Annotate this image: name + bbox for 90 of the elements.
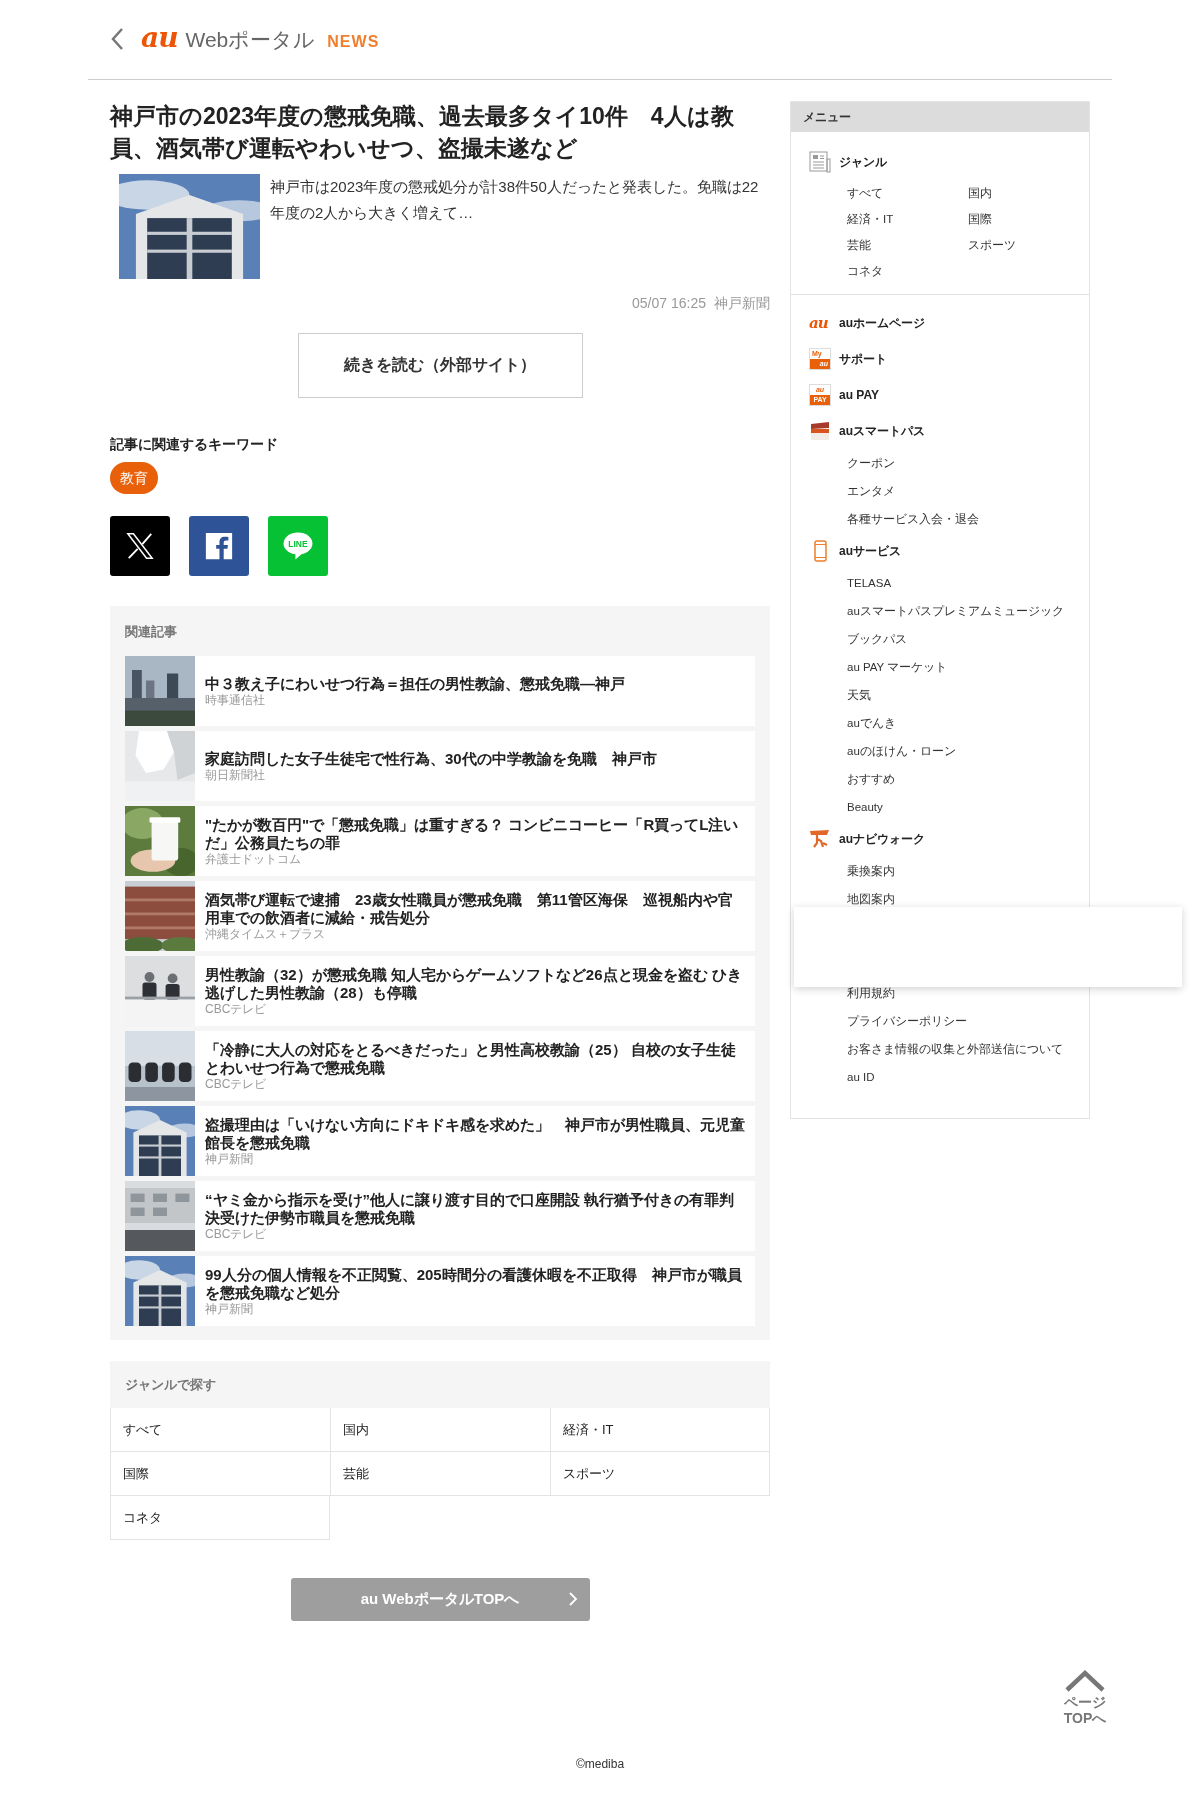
menu-link[interactable]: auスマートパス <box>839 422 925 440</box>
article-title: 酒気帯び運転で逮捕 23歳女性職員が懲戒免職 第11管区海保 巡視船内や官用車での飲酒者に減給・戒告処分 <box>205 890 734 927</box>
source-name: 神戸新聞 <box>714 294 770 313</box>
menu-link[interactable]: auナビウォーク <box>839 830 925 848</box>
back-icon <box>110 26 125 51</box>
chevron-up-icon <box>1064 1668 1106 1692</box>
menu-link[interactable]: 芸能 <box>847 232 968 258</box>
article-title: 中３教え子にわいせつ行為＝担任の男性教諭、懲戒免職―神戸 <box>205 674 625 693</box>
menu-link[interactable]: コネタ <box>847 258 968 284</box>
menu-link[interactable]: auホームページ <box>839 314 925 332</box>
copyright-text: ©mediba <box>575 1757 625 1771</box>
source-name: 時事通信社 <box>205 692 266 708</box>
publish-date: 05/07 16:25 <box>632 294 706 313</box>
menu-link[interactable]: auサービス <box>839 542 901 560</box>
source-name: 神戸新聞 <box>205 1301 254 1317</box>
source-name: 朝日新聞社 <box>205 767 266 783</box>
menu-link[interactable]: プライバシーポリシー <box>847 1007 1089 1035</box>
menu-link[interactable]: 経済・IT <box>847 206 968 232</box>
menu-link[interactable]: au PAY マーケット <box>847 653 1089 681</box>
related-article[interactable]: 「冷静に大人の対応をとるべきだった」と男性高校教諭（25） 自校の女子生徒とわいせつ行為で懲戒免職 CBCテレビ <box>125 1031 755 1101</box>
menu-link[interactable]: Beauty <box>847 793 1089 821</box>
article-summary: 神戸市は2023年度の懲戒処分が計38件50人だったと発表した。免職は22年度の2人から大きく増えて… <box>270 177 760 223</box>
menu-link[interactable]: ブックパス <box>847 625 1089 653</box>
menu-link[interactable]: エンタメ <box>847 477 1089 505</box>
menu-link[interactable]: 各種サービス入会・退会 <box>847 505 1089 533</box>
related-article[interactable]: 盗撮理由は「いけない方向にドキドキ感を求めた」 神戸市が男性職員、元児童館長を懲戒免職 神戸新聞 <box>125 1106 755 1176</box>
back-button[interactable] <box>110 26 125 51</box>
related-article[interactable]: 99人分の個人情報を不正閲覧、205時間分の看護休暇を不正取得 神戸市が職員を懲戒免職など処分 神戸新聞 <box>125 1256 755 1326</box>
article-title: "たかが数百円"で「懲戒免職」は重すぎる？ コンビニコーヒー「R買ってL注いだ」公務員たちの罪 <box>205 815 740 852</box>
card-icon <box>809 420 831 442</box>
menu-link[interactable]: au ID <box>847 1063 1089 1091</box>
read-more-button[interactable]: 続きを読む（外部サイト） <box>297 333 583 398</box>
source-name: 弁護士ドットコム <box>205 851 302 867</box>
newspaper-icon <box>809 151 831 173</box>
page-top-button[interactable]: ページ TOPへ <box>1056 1668 1114 1726</box>
source-name: CBCテレビ <box>205 1001 268 1017</box>
facebook-share-button[interactable] <box>189 516 249 576</box>
related-article[interactable]: "たかが数百円"で「懲戒免職」は重すぎる？ コンビニコーヒー「R買ってL注いだ」公務員たちの罪 弁護士ドットコム <box>125 806 755 876</box>
menu-link[interactable]: すべて <box>847 180 968 206</box>
article-title: 盗撮理由は「いけない方向にドキドキ感を求めた」 神戸市が男性職員、元児童館長を懲戒免職 <box>205 1115 745 1152</box>
menu-link[interactable]: auスマートパスプレミアムミュージック <box>847 597 1089 625</box>
related-article[interactable]: 酒気帯び運転で逮捕 23歳女性職員が懲戒免職 第11管区海保 巡視船内や官用車での飲酒者に減給・戒告処分 沖縄タイムス＋プラス <box>125 881 755 951</box>
genre-link[interactable]: スポーツ <box>550 1452 770 1496</box>
menu-link[interactable]: 天気 <box>847 681 1089 709</box>
genre-link[interactable]: すべて <box>110 1408 330 1452</box>
related-article[interactable]: 男性教諭（32）が懲戒免職 知人宅からゲームソフトなど26点と現金を盗む ひき逃げした男性教諭（28）も停職 CBCテレビ <box>125 956 755 1026</box>
section-heading: ジャンルで探す <box>110 1361 770 1408</box>
section-label: NEWS <box>327 32 380 51</box>
facebook-logo-icon <box>204 531 234 561</box>
chevron-right-icon <box>567 1591 578 1607</box>
menu-link[interactable]: 乗換案内 <box>847 857 1089 885</box>
article-title: “ヤミ金から指示を受け”他人に譲り渡す目的で口座開設 執行猶予付きの有罪判決受けた伊勢市職員を懲戒免職 <box>205 1190 736 1227</box>
section-heading: 記事に関連するキーワード <box>110 435 279 454</box>
article-title: 99人分の個人情報を不正閲覧、205時間分の看護休暇を不正取得 神戸市が職員を懲戒免職など処分 <box>205 1265 743 1302</box>
menu-link[interactable]: スポーツ <box>968 232 1089 258</box>
x-share-button[interactable] <box>110 516 170 576</box>
walking-flag-icon <box>809 828 831 850</box>
x-logo-icon <box>125 531 155 561</box>
article-title: 家庭訪問した女子生徒宅で性行為、30代の中学教諭を免職 神戸市 <box>205 749 657 768</box>
menu-link[interactable]: auでんき <box>847 709 1089 737</box>
article-title: 神戸市の2023年度の懲戒免職、過去最多タイ10件 4人は教員、酒気帯び運転やわいせつ、盗撮未遂など <box>110 102 735 163</box>
section-heading: 関連記事 <box>125 623 178 641</box>
menu-link[interactable]: お客さま情報の収集と外部送信について <box>847 1035 1089 1063</box>
source-name: 沖縄タイムス＋プラス <box>205 926 326 942</box>
menu-link[interactable]: サポート <box>839 350 887 368</box>
genre-link[interactable]: 国内 <box>330 1408 550 1452</box>
menu-link[interactable]: クーポン <box>847 449 1089 477</box>
menu-link[interactable]: おすすめ <box>847 765 1089 793</box>
source-name: CBCテレビ <box>205 1226 268 1242</box>
article-title: 男性教諭（32）が懲戒免職 知人宅からゲームソフトなど26点と現金を盗む ひき逃げした男性教諭（28）も停職 <box>205 965 743 1002</box>
menu-link[interactable]: auのほけん・ローン <box>847 737 1089 765</box>
menu-header: メニュー <box>791 102 1089 132</box>
related-article[interactable]: “ヤミ金から指示を受け”他人に譲り渡す目的で口座開設 執行猶予付きの有罪判決受けた伊勢市職員を懲戒免職 CBCテレビ <box>125 1181 755 1251</box>
related-article[interactable]: 家庭訪問した女子生徒宅で性行為、30代の中学教諭を免職 神戸市 朝日新聞社 <box>125 731 755 801</box>
genre-link[interactable]: 国際 <box>110 1452 330 1496</box>
source-name: CBCテレビ <box>205 1076 268 1092</box>
site-name[interactable]: Webポータル <box>185 24 316 55</box>
related-article[interactable]: 中３教え子にわいせつ行為＝担任の男性教諭、懲戒免職―神戸 時事通信社 <box>125 656 755 726</box>
menu-link[interactable]: 国内 <box>968 180 1089 206</box>
menu-link[interactable]: ジャンル <box>839 153 887 171</box>
source-name: 神戸新聞 <box>205 1151 254 1167</box>
genre-link[interactable]: コネタ <box>110 1496 330 1540</box>
menu-link[interactable]: TELASA <box>847 569 1089 597</box>
brand-logo[interactable]: au <box>141 22 178 53</box>
article-title: 「冷静に大人の対応をとるべきだった」と男性高校教諭（25） 自校の女子生徒とわいせつ行為で懲戒免職 <box>205 1040 737 1077</box>
brand-logo: au <box>809 313 829 334</box>
menu-link[interactable]: au PAY <box>839 388 880 402</box>
genre-link[interactable]: 経済・IT <box>550 1408 770 1452</box>
genre-link[interactable]: 芸能 <box>330 1452 550 1496</box>
menu-link[interactable]: 国際 <box>968 206 1089 232</box>
